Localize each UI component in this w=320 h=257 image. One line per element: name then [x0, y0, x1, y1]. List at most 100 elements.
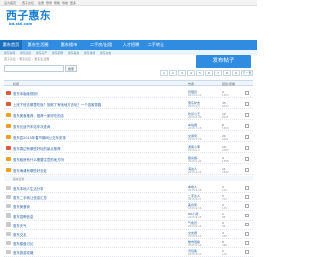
thread-icon	[6, 123, 11, 128]
thread-views: 2785	[222, 148, 229, 152]
thread-icon	[6, 185, 11, 190]
nav-item-jobs[interactable]: 人才招聘	[118, 40, 144, 50]
thread-checkbox[interactable]	[245, 222, 249, 227]
thread-icon	[6, 90, 11, 95]
thread-checkbox[interactable]	[245, 213, 249, 218]
thread-title[interactable]: 上班下班去哪里吃饭？放假了有啥地方去玩？一个游客带路	[13, 102, 101, 107]
nav-item-home[interactable]: 惠东首页	[0, 40, 22, 50]
subnav-item-3[interactable]: 惠东招聘	[52, 51, 63, 55]
thread-title[interactable]: 惠东本版版规则！	[13, 91, 40, 96]
thread-date: 2015-9-11	[188, 252, 202, 256]
table-row[interactable]: 惠东县2015年春节期间公交车安排 交通局 2015-2-10 20 4321	[4, 132, 253, 142]
post-thread-button[interactable]: 发布帖子	[196, 55, 251, 68]
subnav-item-2[interactable]: 惠东房产	[36, 51, 47, 55]
subnav-item-1[interactable]: 惠东论坛	[20, 51, 31, 55]
page-link-2[interactable]: 2	[169, 70, 177, 76]
table-row[interactable]: 惠东旅游攻略 背包客 2015-9-11 2 170	[4, 247, 253, 257]
site-logo[interactable]: 西子惠东 bd.xizi.com	[6, 10, 51, 26]
page-link-1[interactable]: 1	[160, 70, 168, 76]
thread-title[interactable]: 惠东交友	[13, 232, 27, 237]
section-divider: 版块主题	[4, 176, 253, 181]
thread-date: 2015-4-10	[188, 170, 202, 174]
page-link-6[interactable]: 6	[205, 70, 213, 76]
thread-title[interactable]: 惠东海滩有哪些好去处	[13, 168, 47, 173]
topbar-link-4[interactable]: 帮助	[54, 1, 60, 5]
thread-date: 2015-2-10	[188, 137, 202, 141]
thread-title[interactable]: 惠东租房有什么需要注意的地方吗	[13, 157, 64, 162]
page-link-9[interactable]: 9	[232, 70, 240, 76]
page-link-4[interactable]: 4	[187, 70, 195, 76]
table-row[interactable]: 惠东周边有哪些好玩的景点推荐 游客小李 2015-6-1 16 2785	[4, 143, 253, 153]
thread-title[interactable]: 惠东县2015年春节期间公交车安排	[13, 135, 66, 140]
thread-checkbox[interactable]	[245, 195, 249, 199]
thread-checkbox[interactable]	[245, 204, 249, 208]
nav-item-life[interactable]: 惠东生活圈	[24, 40, 52, 50]
topbar-link-2[interactable]: 注册	[38, 1, 44, 5]
page-link-7[interactable]: 7	[214, 70, 222, 76]
thread-checkbox[interactable]	[245, 102, 249, 106]
topbar-link-3[interactable]: 登录	[46, 1, 52, 5]
thread-date: 2015-7-15	[188, 126, 202, 130]
thread-title[interactable]: 惠东二手转让信息汇总	[13, 195, 47, 200]
page-link-next[interactable]: 下一页	[241, 70, 253, 76]
thread-title[interactable]: 惠东本地人生活分享	[13, 186, 44, 191]
subnav-item-0[interactable]: 惠东新闻	[4, 51, 15, 55]
thread-views: 6322	[222, 104, 229, 108]
thread-title[interactable]: 惠东美食街	[13, 204, 30, 209]
table-row[interactable]: 上班下班去哪里吃饭？放假了有啥地方去玩？一个游客带路 惠东驴友 2015-9-5 35…	[4, 99, 253, 109]
breadcrumb: 西子论坛 › 惠东论坛 › 惠东生活圈	[4, 57, 50, 61]
thread-title[interactable]: 惠东周边有哪些好玩的景点推荐	[13, 146, 60, 151]
thread-icon	[6, 203, 11, 209]
page-link-5[interactable]: 5	[196, 70, 204, 76]
subnav-item-6[interactable]: 惠东交友	[100, 51, 111, 55]
thread-title[interactable]: 惠东旅游攻略	[13, 250, 33, 255]
thread-views: 2031	[222, 115, 229, 119]
thread-checkbox[interactable]	[245, 113, 249, 117]
thread-checkbox[interactable]	[245, 135, 249, 139]
page-link-8[interactable]: 8	[223, 70, 231, 76]
thread-title[interactable]: 惠东招聘信息	[13, 214, 33, 219]
page-link-3[interactable]: 3	[178, 70, 186, 76]
thread-checkbox[interactable]	[245, 124, 249, 128]
table-row[interactable]: 惠东长途汽车站车次查询 车站君 2015-7-15 8 1560	[4, 121, 253, 131]
table-row[interactable]: 惠东租房有什么需要注意的地方吗 租房族 2015-5-20 9 1388	[4, 154, 253, 164]
nav-item-rent[interactable]: 二手房/出租	[84, 40, 118, 50]
thread-views: 56	[222, 225, 226, 229]
thread-title[interactable]: 惠东美食推荐，推荐一家好吃的店	[13, 113, 64, 118]
table-row[interactable]: 惠东美食推荐，推荐一家好吃的店 吃货小王 2015-8-30 12 2031	[4, 110, 253, 120]
thread-views: 145	[222, 206, 227, 210]
thread-icon	[6, 194, 11, 200]
thread-date: 2015-9-14	[188, 225, 202, 229]
table-row[interactable]: 惠东本版版规则！ 管理员 2014-4-12 2 1203	[4, 88, 253, 98]
thread-views: 1842	[222, 170, 229, 174]
thread-checkbox[interactable]	[245, 157, 249, 161]
thread-icon	[6, 222, 11, 227]
thread-title[interactable]: 惠东天气	[13, 223, 27, 228]
topbar-link-5[interactable]: 导航	[62, 1, 68, 5]
header-replies: 回复/查看	[222, 82, 236, 86]
search-button[interactable]: 搜索	[65, 65, 77, 72]
nav-item-secondhand[interactable]: 二手转让	[144, 40, 168, 50]
search-input[interactable]	[5, 66, 63, 71]
nav-item-property[interactable]: 惠东楼市	[56, 40, 82, 50]
search-box	[4, 65, 64, 72]
thread-title[interactable]: 惠东楼盘讨论	[13, 241, 33, 246]
thread-views: 1388	[222, 159, 229, 163]
thread-checkbox[interactable]	[245, 168, 249, 172]
thread-date: 2015-9-18	[188, 188, 202, 192]
thread-checkbox[interactable]	[245, 146, 249, 150]
topbar-link-1[interactable]: 西子论坛	[22, 1, 34, 5]
thread-checkbox[interactable]	[245, 250, 249, 254]
thread-checkbox[interactable]	[245, 232, 249, 236]
thread-icon	[6, 101, 11, 106]
table-row[interactable]: 惠东海滩有哪些好去处 海边人 2015-4-10 11 1842	[4, 165, 253, 175]
thread-title[interactable]: 惠东长途汽车站车次查询	[13, 124, 50, 129]
thread-views: 312	[222, 197, 227, 201]
thread-checkbox[interactable]	[245, 241, 249, 245]
topbar-link-6[interactable]: 更多	[70, 1, 76, 5]
thread-checkbox[interactable]	[245, 186, 249, 190]
topbar-link-0[interactable]: 设为首页	[4, 1, 16, 5]
subnav-item-4[interactable]: 惠东美食	[68, 51, 79, 55]
thread-checkbox[interactable]	[245, 91, 249, 95]
subnav-item-5[interactable]: 惠东旅游	[84, 51, 95, 55]
